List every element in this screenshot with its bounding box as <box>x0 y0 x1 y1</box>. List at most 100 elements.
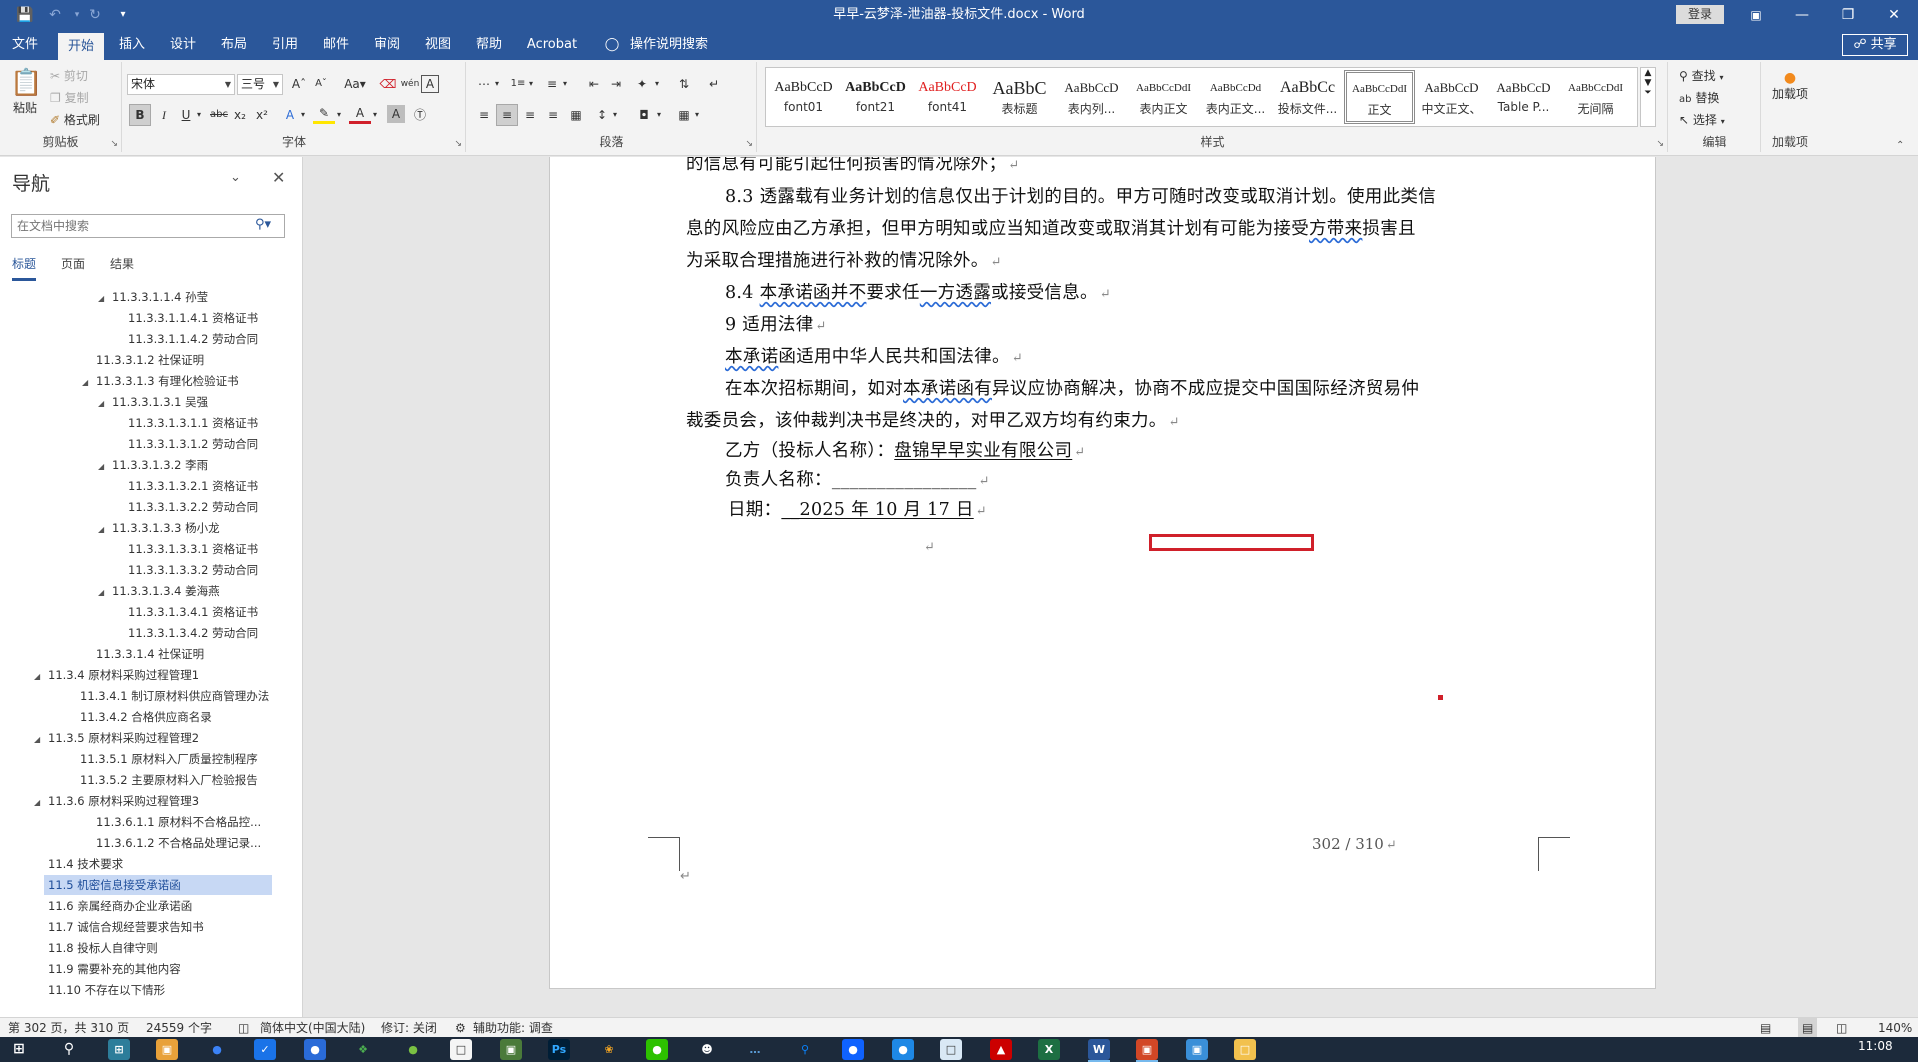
nav-heading-item[interactable]: 11.6 亲属经商办企业承诺函 <box>48 896 308 916</box>
word-count[interactable]: 24559 个字 <box>146 1018 212 1038</box>
subscript-icon[interactable]: x₂ <box>229 104 251 126</box>
increase-indent-icon[interactable]: ⇥ <box>605 73 627 95</box>
highlight-icon[interactable]: ✎ <box>313 104 335 124</box>
style-table-body-2[interactable]: AaBbCcDd 表内正文... <box>1200 70 1271 124</box>
expand-triangle-icon[interactable]: ◢ <box>98 394 112 412</box>
taskbar-clock[interactable]: 11:08 <box>1858 1039 1893 1053</box>
style-bid-document[interactable]: AaBbCc 投标文件... <box>1272 70 1343 124</box>
font-color-icon[interactable]: A <box>349 104 371 124</box>
clear-format-icon[interactable]: ⌫ <box>377 73 399 95</box>
expand-triangle-icon[interactable]: ◢ <box>34 667 48 685</box>
style-table-column[interactable]: AaBbCcD 表内列... <box>1056 70 1127 124</box>
dialog-launcher-icon[interactable]: ↘ <box>110 139 118 149</box>
tab-view[interactable]: 视图 <box>418 30 458 60</box>
grammar-flagged-text[interactable]: 本承诺 <box>725 347 778 367</box>
format-painter-button[interactable]: ✐ 格式刷 <box>50 110 100 130</box>
zoom-level[interactable]: 140% <box>1878 1018 1912 1038</box>
italic-icon[interactable]: I <box>153 104 175 126</box>
grammar-flagged-text[interactable]: 方带来 <box>1309 219 1362 239</box>
expand-triangle-icon[interactable]: ◢ <box>98 583 112 601</box>
app-icon[interactable]: □ <box>940 1039 962 1060</box>
nav-heading-item[interactable]: 11.4 技术要求 <box>48 854 308 874</box>
nav-heading-item[interactable]: ◢ 11.3.3.1.3 有理化检验证书 <box>82 371 342 391</box>
decrease-indent-icon[interactable]: ⇤ <box>583 73 605 95</box>
style-chinese-body[interactable]: AaBbCcD 中文正文、 <box>1416 70 1487 124</box>
style-font41[interactable]: AaBbCcD font41 <box>912 70 983 124</box>
chevron-down-icon[interactable]: ▾ <box>609 104 621 126</box>
tab-home[interactable]: 开始 <box>58 33 104 60</box>
web-layout-icon[interactable]: ◫ <box>1836 1018 1847 1038</box>
grow-font-icon[interactable]: Aˆ <box>288 73 310 95</box>
change-case-icon[interactable]: Aa▾ <box>340 73 370 95</box>
tab-acrobat[interactable]: Acrobat <box>521 30 583 60</box>
login-button[interactable]: 登录 <box>1676 5 1724 24</box>
nav-tab-results[interactable]: 结果 <box>110 255 134 272</box>
tab-file[interactable]: 文件 <box>6 30 44 60</box>
chevron-down-icon[interactable]: ▾ <box>193 104 205 126</box>
style-font21[interactable]: AaBbCcD font21 <box>840 70 911 124</box>
style-font01[interactable]: AaBbCcD font01 <box>768 70 839 124</box>
chevron-down-icon[interactable]: ⌄ <box>230 170 241 185</box>
bold-icon[interactable]: B <box>129 104 151 126</box>
app-icon[interactable]: ● <box>304 1039 326 1060</box>
tab-design[interactable]: 设计 <box>163 30 203 60</box>
app-icon[interactable]: ● <box>206 1039 228 1060</box>
strikethrough-icon[interactable]: abc <box>208 104 230 126</box>
word-icon[interactable]: W <box>1088 1039 1110 1062</box>
chevron-down-icon[interactable]: ▾ <box>691 104 703 126</box>
search-icon[interactable]: ⚲▾ <box>255 217 271 232</box>
expand-triangle-icon[interactable]: ◢ <box>98 457 112 475</box>
style-table-body[interactable]: AaBbCcDdI 表内正文 <box>1128 70 1199 124</box>
print-layout-icon[interactable]: ▤ <box>1798 1018 1818 1038</box>
char-shading-icon[interactable]: A <box>387 105 405 123</box>
chevron-down-icon[interactable]: ▾ <box>651 73 663 95</box>
tab-insert[interactable]: 插入 <box>112 30 152 60</box>
proofing-icon[interactable]: ◫ <box>238 1018 249 1038</box>
app-icon[interactable]: ● <box>892 1039 914 1060</box>
align-left-icon[interactable]: ≡ <box>473 104 495 126</box>
phonetic-guide-icon[interactable]: wén <box>399 73 421 95</box>
dialog-launcher-icon[interactable]: ↘ <box>745 139 753 149</box>
minimize-icon[interactable]: — <box>1779 0 1825 30</box>
chevron-down-icon[interactable]: ▾ <box>525 73 537 95</box>
app-icon[interactable]: ⚲ <box>794 1039 816 1060</box>
close-icon[interactable]: ✕ <box>272 168 285 187</box>
tab-help[interactable]: 帮助 <box>469 30 509 60</box>
qq-icon[interactable]: ☻ <box>696 1039 718 1060</box>
search-icon[interactable]: ⚲ <box>58 1039 80 1060</box>
char-border-icon[interactable]: A <box>421 75 439 93</box>
grammar-flagged-text[interactable]: 本承诺函并不 <box>760 283 867 303</box>
app-icon[interactable]: ❀ <box>598 1039 620 1060</box>
chevron-down-icon[interactable]: ▾ <box>491 73 503 95</box>
photoshop-icon[interactable]: Ps <box>548 1039 570 1060</box>
page-count[interactable]: 第 302 页，共 310 页 <box>8 1018 129 1038</box>
style-no-spacing[interactable]: AaBbCcDdI 无间隔 <box>1560 70 1631 124</box>
chevron-down-icon[interactable]: ▾ <box>653 104 665 126</box>
nav-heading-item[interactable]: 11.3.4.2 合格供应商名录 <box>80 707 340 727</box>
document-page[interactable]: 的信息有可能引起任何损害的情况除外； ↵ 8.3 透露载有业务计划的信息仅出于计划… <box>549 157 1656 989</box>
app-icon[interactable]: ● <box>402 1039 424 1060</box>
ribbon-display-icon[interactable]: ▣ <box>1733 0 1779 30</box>
save-icon[interactable]: 💾 <box>14 5 36 25</box>
tab-references[interactable]: 引用 <box>265 30 305 60</box>
nav-heading-item[interactable]: 11.5 机密信息接受承诺函 <box>44 875 272 895</box>
nav-heading-item[interactable]: ◢ 11.3.4 原材料采购过程管理1 <box>34 665 294 685</box>
app-icon[interactable]: … <box>744 1039 766 1060</box>
addins-button[interactable]: ● 加载项 <box>1770 70 1810 130</box>
file-icon[interactable]: □ <box>450 1039 472 1060</box>
nav-heading-item[interactable]: 11.3.5.1 原材料入厂质量控制程序 <box>80 749 340 769</box>
chinese-layout-icon[interactable]: ✦ <box>631 73 653 95</box>
app-icon[interactable]: ▣ <box>500 1039 522 1060</box>
dialog-launcher-icon[interactable]: ↘ <box>1656 139 1664 149</box>
shrink-font-icon[interactable]: Aˇ <box>310 73 332 95</box>
expand-triangle-icon[interactable]: ◢ <box>34 793 48 811</box>
nav-heading-item[interactable]: 11.7 诚信合规经营要求告知书 <box>48 917 308 937</box>
calculator-icon[interactable]: ⊞ <box>108 1039 130 1060</box>
tab-mailings[interactable]: 邮件 <box>316 30 356 60</box>
style-normal[interactable]: AaBbCcDdI 正文 <box>1344 70 1415 124</box>
chevron-down-icon[interactable]: ▾ <box>369 104 381 126</box>
cut-button[interactable]: ✂ 剪切 <box>50 66 88 86</box>
nav-heading-item[interactable]: ◢ 11.3.6 原材料采购过程管理3 <box>34 791 294 811</box>
chevron-down-icon[interactable]: ▾ <box>333 104 345 126</box>
shading-icon[interactable]: ◘ <box>633 104 655 126</box>
